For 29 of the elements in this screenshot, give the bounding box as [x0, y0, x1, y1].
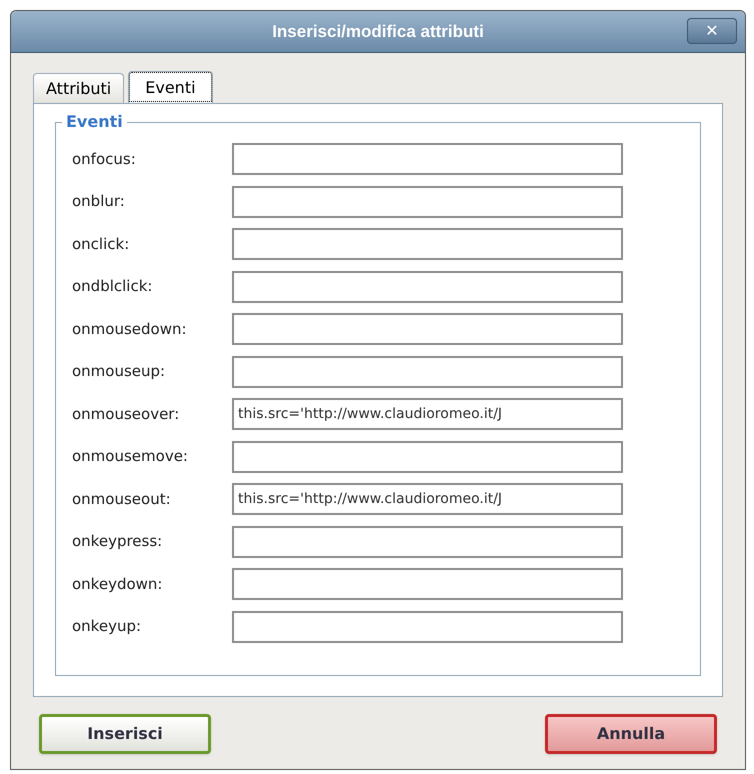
- input-field[interactable]: this.src='http://www.claudioromeo.it/J: [232, 398, 623, 430]
- input-field[interactable]: [232, 526, 623, 558]
- field-label: onblur:: [72, 191, 126, 212]
- field-label: onkeydown:: [72, 574, 164, 595]
- window-title: Inserisci/modifica attributi: [272, 20, 484, 43]
- field-label: onkeyup:: [72, 616, 142, 638]
- tab[interactable]: Eventi: [128, 71, 213, 103]
- input-field[interactable]: [232, 356, 623, 388]
- input-field[interactable]: this.src='http://www.claudioromeo.it/J: [232, 483, 623, 515]
- input-field[interactable]: [232, 610, 623, 642]
- input-field[interactable]: [232, 228, 623, 260]
- input-field[interactable]: [232, 313, 623, 345]
- input-field[interactable]: [232, 270, 623, 302]
- field-label: onfocus:: [72, 148, 137, 170]
- field-label: onmousemove:: [72, 446, 189, 468]
- field-label: onmouseout:: [72, 488, 172, 510]
- input-field[interactable]: [232, 186, 623, 218]
- dialog-button[interactable]: Inserisci: [39, 714, 211, 754]
- tab[interactable]: Attributi: [33, 73, 124, 103]
- input-field[interactable]: [232, 440, 623, 472]
- field-label: onmousedown:: [72, 318, 188, 340]
- dialog-button[interactable]: Annulla: [545, 714, 717, 754]
- input-field[interactable]: [232, 143, 623, 175]
- field-label: onkeypress:: [72, 531, 164, 552]
- field-label: ondblclick:: [72, 276, 154, 298]
- field-label: onmouseup:: [72, 361, 166, 382]
- field-label: onmouseover:: [72, 404, 180, 425]
- input-field[interactable]: [232, 568, 623, 600]
- field-label: onclick:: [72, 234, 130, 255]
